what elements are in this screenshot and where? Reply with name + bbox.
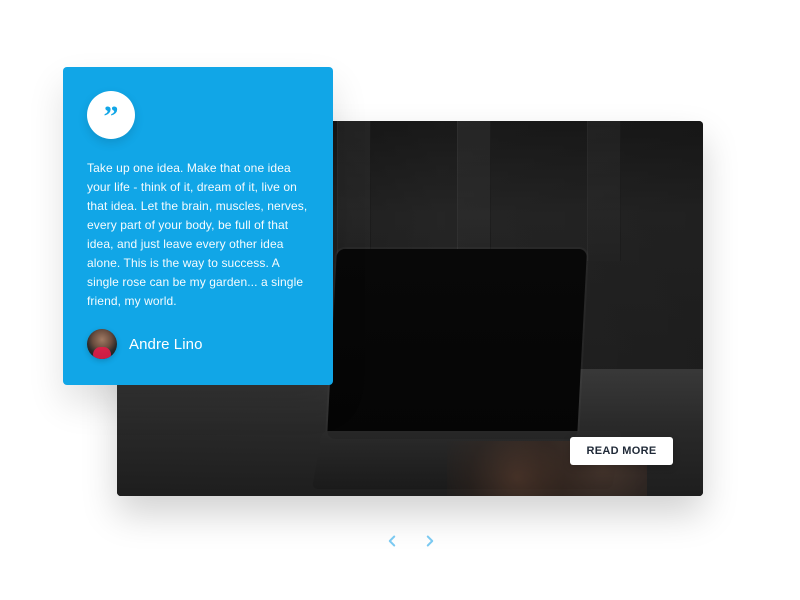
quote-icon: ”: [103, 100, 119, 133]
testimonial-text: Take up one idea. Make that one idea you…: [87, 161, 308, 308]
carousel-nav: [382, 532, 440, 552]
chevron-left-icon: [383, 532, 401, 553]
next-button[interactable]: [420, 532, 440, 552]
avatar: [87, 329, 117, 359]
testimonial-author: Andre Lino: [87, 329, 203, 359]
chevron-right-icon: [421, 532, 439, 553]
quote-badge: ”: [87, 91, 135, 139]
laptop-screen: [327, 249, 587, 439]
author-name: Andre Lino: [129, 335, 203, 353]
testimonial-card: ” Take up one idea. Make that one idea y…: [63, 67, 333, 385]
testimonial-carousel: READ MORE ” Take up one idea. Make that …: [0, 0, 800, 600]
prev-button[interactable]: [382, 532, 402, 552]
read-more-button[interactable]: READ MORE: [570, 437, 673, 465]
